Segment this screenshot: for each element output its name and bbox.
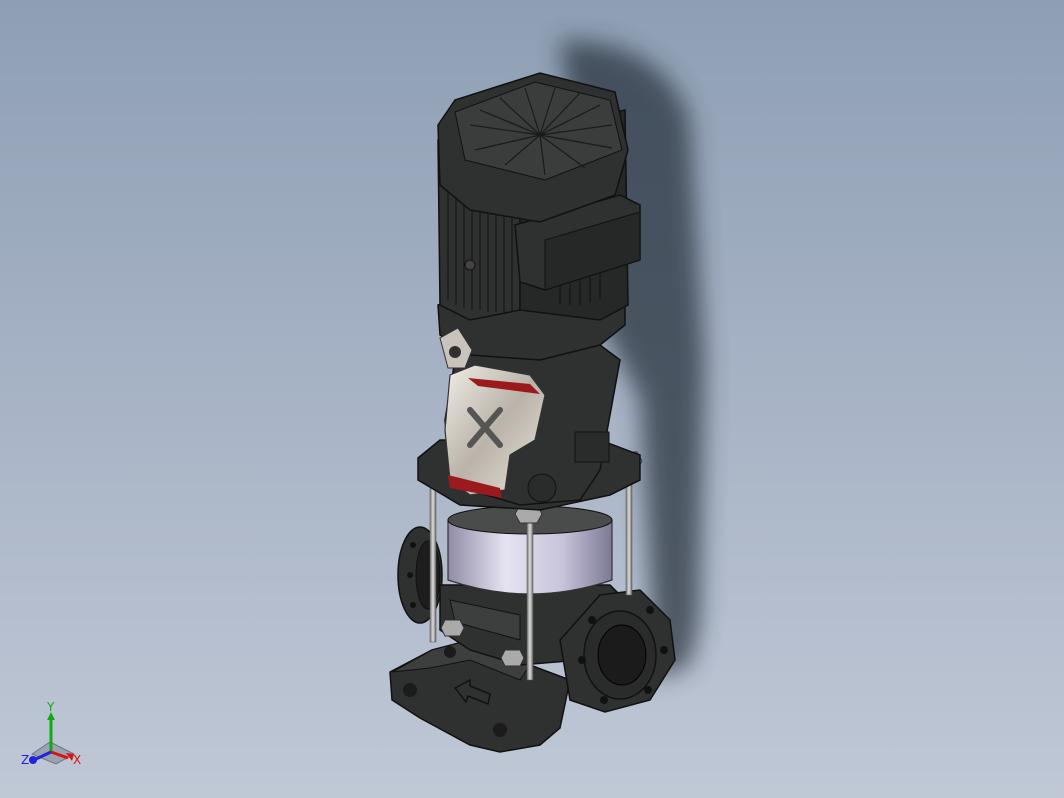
cad-graphics-viewport[interactable]: Y X Z — [0, 0, 1064, 798]
z-axis-label: Z — [21, 753, 29, 767]
pump-3d-model[interactable] — [0, 0, 1064, 798]
orientation-triad[interactable]: Y X Z — [18, 702, 88, 772]
y-axis-label: Y — [46, 702, 55, 714]
x-axis-label: X — [73, 753, 81, 767]
fan-cowl — [437, 72, 629, 223]
nameplate — [574, 431, 610, 463]
